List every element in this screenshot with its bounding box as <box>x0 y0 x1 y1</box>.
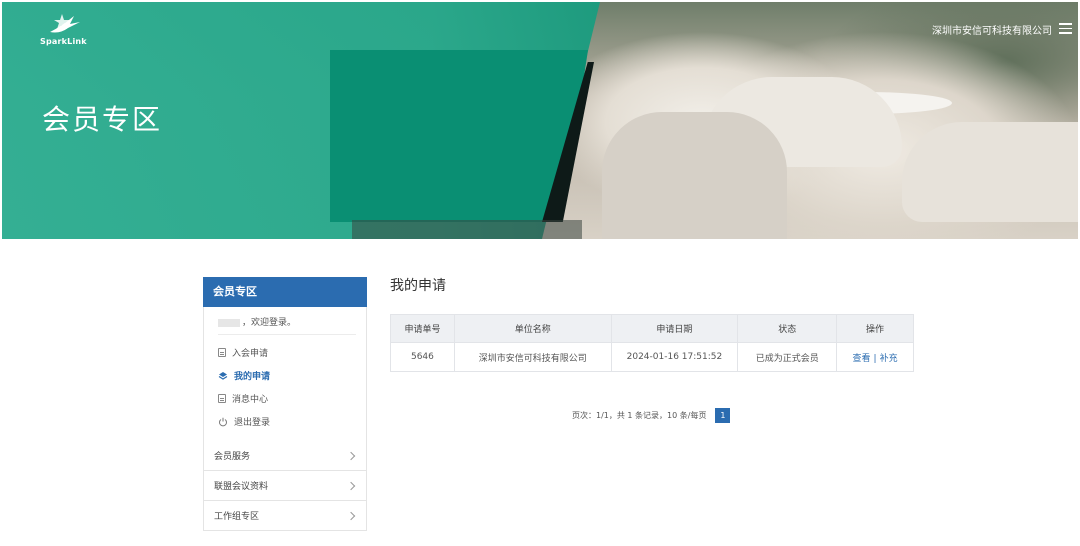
company-name[interactable]: 深圳市安信可科技有限公司 <box>932 22 1052 37</box>
document-icon <box>218 394 226 403</box>
welcome-message: ，欢迎登录。 <box>218 315 356 335</box>
menu-item-label: 入会申请 <box>232 349 269 359</box>
cell-application-id: 5646 <box>390 342 455 372</box>
pagination: 页次：1/1，共 1 条记录，10 条/每页 1 <box>572 408 731 423</box>
sparklink-logo[interactable]: SparkLink <box>40 12 88 48</box>
table-header-row: 申请单号 单位名称 申请日期 状态 操作 <box>390 314 914 343</box>
sidebar-title: 会员专区 <box>203 277 367 307</box>
column-header: 申请日期 <box>610 314 739 343</box>
table-row: 5646 深圳市安信可科技有限公司 2024-01-16 17:51:52 已成… <box>390 342 914 372</box>
banner-laptop <box>330 50 588 222</box>
document-icon <box>218 348 226 357</box>
applications-table: 申请单号 单位名称 申请日期 状态 操作 5646 深圳市安信可科技有限公司 2… <box>390 314 914 372</box>
menu-item-message-center[interactable]: 消息中心 <box>218 387 356 410</box>
cell-date: 2024-01-16 17:51:52 <box>610 342 739 372</box>
chevron-right-icon <box>346 451 356 460</box>
sidebar-group-meeting-materials[interactable]: 联盟会议资料 <box>203 471 367 501</box>
banner-chair <box>902 122 1078 222</box>
username-redacted <box>218 318 240 327</box>
column-header: 单位名称 <box>453 314 612 343</box>
column-header: 操作 <box>836 314 914 343</box>
logo-text: SparkLink <box>40 37 87 46</box>
star-logo-icon <box>50 14 80 33</box>
cell-actions: 查看 | 补充 <box>836 342 914 372</box>
user-menu: 入会申请 我的申请 消息中心 退出登录 <box>218 335 356 441</box>
column-header: 申请单号 <box>390 314 455 343</box>
sidebar-group-working-groups[interactable]: 工作组专区 <box>203 501 367 531</box>
page-button-current[interactable]: 1 <box>715 408 731 423</box>
menu-item-label: 消息中心 <box>232 395 269 405</box>
menu-item-logout[interactable]: 退出登录 <box>218 410 356 433</box>
menu-item-label: 我的申请 <box>234 372 271 382</box>
cell-organization: 深圳市安信可科技有限公司 <box>453 342 612 372</box>
layers-icon <box>218 371 228 381</box>
member-sidebar: 会员专区 ，欢迎登录。 入会申请 我的申请 消息中心 退出登录 会员服务 联盟会… <box>203 277 367 531</box>
supplement-link[interactable]: 补充 <box>880 354 898 364</box>
chevron-right-icon <box>346 511 356 520</box>
power-icon <box>218 417 228 427</box>
welcome-text: ，欢迎登录。 <box>242 318 297 328</box>
menu-item-my-applications[interactable]: 我的申请 <box>218 364 356 387</box>
pagination-info: 页次：1/1，共 1 条记录，10 条/每页 <box>572 411 707 420</box>
main-content: 我的申请 申请单号 单位名称 申请日期 状态 操作 5646 深圳市安信可科技有… <box>390 275 915 423</box>
hero-banner: SparkLink 会员专区 深圳市安信可科技有限公司 <box>2 2 1078 239</box>
group-label: 会员服务 <box>214 452 251 462</box>
menu-item-label: 退出登录 <box>234 418 271 428</box>
group-label: 联盟会议资料 <box>214 482 269 492</box>
sidebar-group-member-services[interactable]: 会员服务 <box>203 441 367 471</box>
menu-item-join-application[interactable]: 入会申请 <box>218 341 356 364</box>
column-header: 状态 <box>737 314 838 343</box>
action-separator: | <box>873 353 877 364</box>
banner-chair <box>602 112 787 239</box>
banner-title: 会员专区 <box>42 103 163 136</box>
cell-status: 已成为正式会员 <box>737 342 838 372</box>
group-label: 工作组专区 <box>214 512 260 522</box>
page-title: 我的申请 <box>390 278 446 294</box>
view-link[interactable]: 查看 <box>853 354 871 364</box>
banner-keyboard <box>352 220 582 239</box>
sidebar-user-panel: ，欢迎登录。 入会申请 我的申请 消息中心 退出登录 <box>203 307 367 441</box>
chevron-right-icon <box>346 481 356 490</box>
hamburger-menu-icon[interactable] <box>1059 23 1072 34</box>
